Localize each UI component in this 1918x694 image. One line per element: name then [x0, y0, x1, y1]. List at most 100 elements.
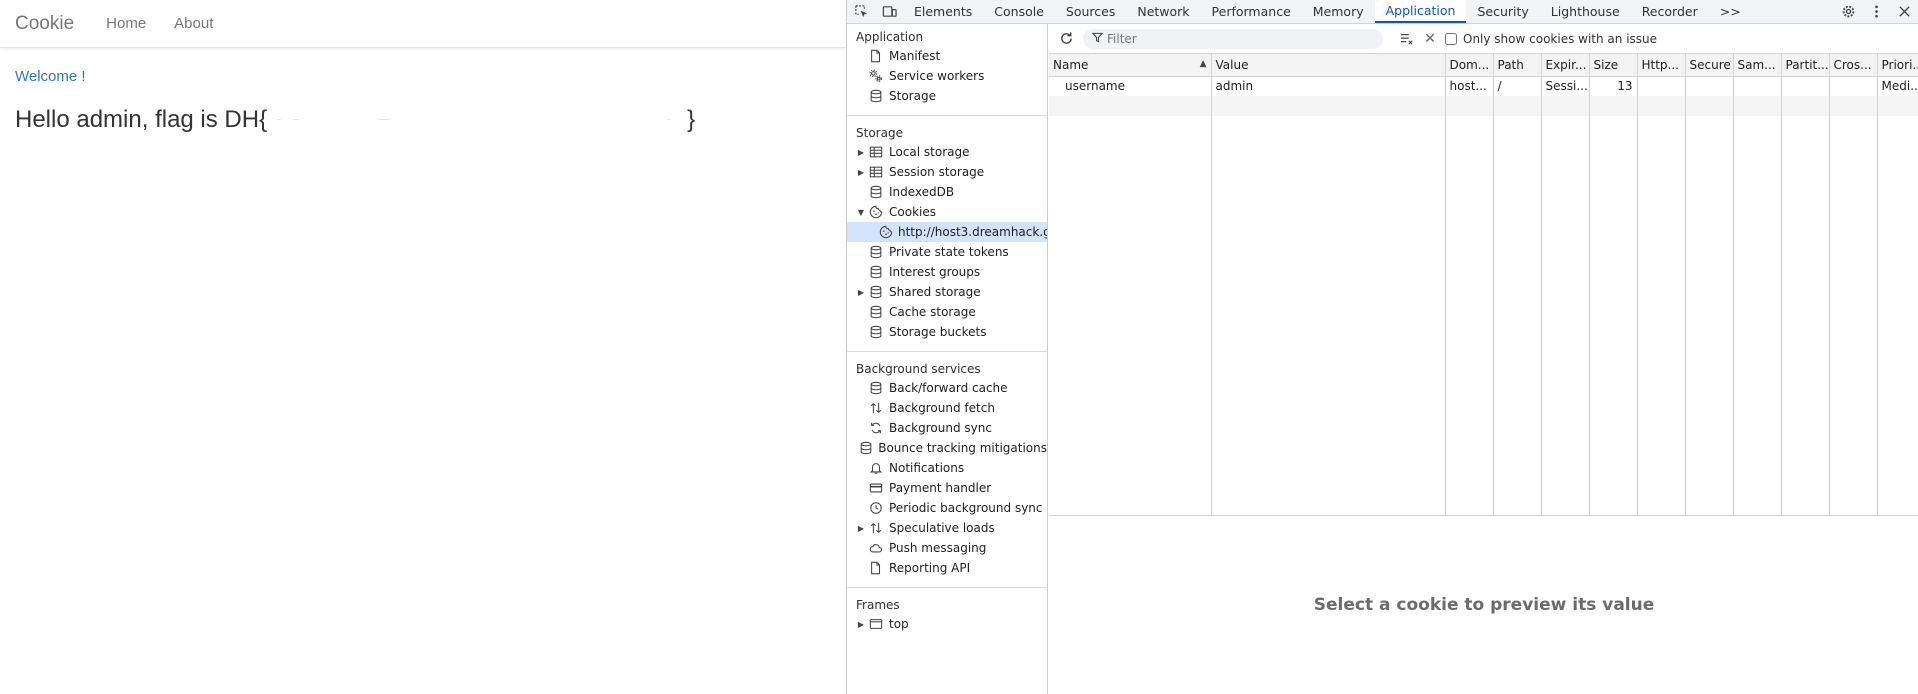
- sidebar-item-label: Private state tokens: [889, 245, 1009, 259]
- expand-arrow-icon[interactable]: ▶: [856, 524, 866, 533]
- sidebar-item-notifications[interactable]: Notifications: [847, 458, 1047, 478]
- sidebar-item-manifest[interactable]: Manifest: [847, 46, 1047, 66]
- document-icon: [868, 48, 884, 64]
- tab-application[interactable]: Application: [1374, 0, 1467, 23]
- device-toolbar-icon[interactable]: [875, 0, 903, 23]
- refresh-icon[interactable]: [1055, 28, 1077, 50]
- sidebar-item-storage-buckets[interactable]: Storage buckets: [847, 322, 1047, 342]
- database-icon: [868, 88, 884, 104]
- devtools-tabbar: Elements Console Sources Network Perform…: [847, 0, 1918, 24]
- inspect-element-icon[interactable]: [847, 0, 875, 23]
- expand-arrow-icon[interactable]: ▶: [856, 288, 866, 297]
- column-header-expir[interactable]: Expir...: [1541, 54, 1590, 77]
- nav-about-link[interactable]: About: [174, 15, 213, 32]
- sidebar-item-label: Background fetch: [889, 401, 995, 415]
- column-header-priori[interactable]: Priori...: [1877, 54, 1918, 77]
- tab-network[interactable]: Network: [1126, 0, 1200, 23]
- delete-selected-icon[interactable]: ✕: [1421, 31, 1439, 47]
- filter-box: [1083, 28, 1383, 49]
- sidebar-item-payment-handler[interactable]: Payment handler: [847, 478, 1047, 498]
- webpage: Cookie Home About Welcome ! Hello admin,…: [0, 0, 846, 694]
- database-icon: [859, 440, 873, 456]
- flag-redacted-area: [267, 108, 687, 130]
- empty-cell: [1211, 96, 1446, 116]
- database-icon: [868, 264, 884, 280]
- kebab-menu-icon[interactable]: [1862, 0, 1890, 23]
- column-header-size[interactable]: Size: [1589, 54, 1638, 77]
- column-header-partit[interactable]: Partit...: [1781, 54, 1830, 77]
- table-icon: [868, 164, 884, 180]
- sync-icon: [868, 420, 884, 436]
- table-cell: [1637, 76, 1686, 96]
- table-cell: [1781, 76, 1830, 96]
- only-issue-toggle[interactable]: Only show cookies with an issue: [1445, 32, 1657, 46]
- table-cell: [1685, 76, 1734, 96]
- tab-elements[interactable]: Elements: [903, 0, 983, 23]
- sidebar-item-background-sync[interactable]: Background sync: [847, 418, 1047, 438]
- filter-input[interactable]: [1107, 31, 1367, 46]
- nav-home-link[interactable]: Home: [106, 15, 146, 32]
- table-cell: username: [1049, 76, 1212, 96]
- tab-sources[interactable]: Sources: [1055, 0, 1126, 23]
- column-header-sam[interactable]: Sam...: [1733, 54, 1782, 77]
- filler-cell: [1541, 116, 1590, 515]
- filler-cell: [1589, 116, 1638, 515]
- close-devtools-icon[interactable]: [1890, 0, 1918, 23]
- devtools-panel: Elements Console Sources Network Perform…: [846, 0, 1918, 694]
- sidebar-item-service-workers[interactable]: Service workers: [847, 66, 1047, 86]
- table-row[interactable]: username admin host... / Sessi... 13 Medi...: [1049, 76, 1918, 96]
- sidebar-item-reporting-api[interactable]: Reporting API: [847, 558, 1047, 578]
- tab-console[interactable]: Console: [983, 0, 1055, 23]
- column-header-http[interactable]: Http...: [1637, 54, 1686, 77]
- collapse-arrow-icon[interactable]: ▼: [856, 208, 866, 217]
- sidebar-item-indexeddb[interactable]: IndexedDB: [847, 182, 1047, 202]
- sidebar-item-cache-storage[interactable]: Cache storage: [847, 302, 1047, 322]
- empty-cell: [1829, 96, 1878, 116]
- settings-gear-icon[interactable]: [1834, 0, 1862, 23]
- section-header-background-services: Background services: [856, 362, 981, 376]
- empty-cell: [1589, 96, 1638, 116]
- tab-lighthouse[interactable]: Lighthouse: [1540, 0, 1631, 23]
- tab-recorder[interactable]: Recorder: [1631, 0, 1709, 23]
- expand-arrow-icon[interactable]: ▶: [856, 148, 866, 157]
- column-header-name[interactable]: Name ▲: [1049, 54, 1212, 77]
- sidebar-item-interest-groups[interactable]: Interest groups: [847, 262, 1047, 282]
- expand-arrow-icon[interactable]: ▶: [856, 168, 866, 177]
- tab-security[interactable]: Security: [1466, 0, 1539, 23]
- sidebar-item-label: Notifications: [889, 461, 965, 475]
- only-issue-label: Only show cookies with an issue: [1463, 31, 1658, 46]
- sidebar-item-storage[interactable]: Storage: [847, 86, 1047, 106]
- column-header-value[interactable]: Value: [1211, 54, 1446, 77]
- clear-all-cookies-icon[interactable]: [1397, 32, 1417, 46]
- flag-suffix: }: [687, 106, 696, 133]
- column-header-path[interactable]: Path: [1493, 54, 1542, 77]
- document-icon: [868, 560, 884, 576]
- site-brand[interactable]: Cookie: [15, 13, 74, 35]
- column-header-secure[interactable]: Secure: [1685, 54, 1734, 77]
- sidebar-item-session-storage[interactable]: ▶ Session storage: [847, 162, 1047, 182]
- column-header-cros[interactable]: Cros...: [1829, 54, 1878, 77]
- sidebar-item-speculative-loads[interactable]: ▶ Speculative loads: [847, 518, 1047, 538]
- cookie-preview-area: Select a cookie to preview its value: [1049, 516, 1918, 694]
- sidebar-item-private-state-tokens[interactable]: Private state tokens: [847, 242, 1047, 262]
- sidebar-item-background-fetch[interactable]: Background fetch: [847, 398, 1047, 418]
- tab-performance[interactable]: Performance: [1201, 0, 1302, 23]
- sidebar-item-bounce-tracking-mitigations[interactable]: Bounce tracking mitigations: [847, 438, 1047, 458]
- only-issue-checkbox[interactable]: [1445, 32, 1457, 45]
- more-tabs-button[interactable]: >>: [1709, 0, 1752, 23]
- sidebar-item-http-host3-dreamhack-ga[interactable]: http://host3.dreamhack.ga: [847, 222, 1047, 242]
- sidebar-item-periodic-background-sync[interactable]: Periodic background sync: [847, 498, 1047, 518]
- sidebar-item-back-forward-cache[interactable]: Back/forward cache: [847, 378, 1047, 398]
- sidebar-item-label: Payment handler: [889, 481, 992, 495]
- sidebar-item-top[interactable]: ▶ top: [847, 614, 1047, 634]
- column-header-dom[interactable]: Dom...: [1445, 54, 1494, 77]
- bell-icon: [868, 460, 884, 476]
- expand-arrow-icon[interactable]: ▶: [856, 620, 866, 629]
- tab-memory[interactable]: Memory: [1302, 0, 1375, 23]
- sidebar-item-shared-storage[interactable]: ▶ Shared storage: [847, 282, 1047, 302]
- column-header-label: Name: [1053, 57, 1089, 72]
- sidebar-item-push-messaging[interactable]: Push messaging: [847, 538, 1047, 558]
- empty-cell: [1685, 96, 1734, 116]
- sidebar-item-cookies[interactable]: ▼ Cookies: [847, 202, 1047, 222]
- sidebar-item-local-storage[interactable]: ▶ Local storage: [847, 142, 1047, 162]
